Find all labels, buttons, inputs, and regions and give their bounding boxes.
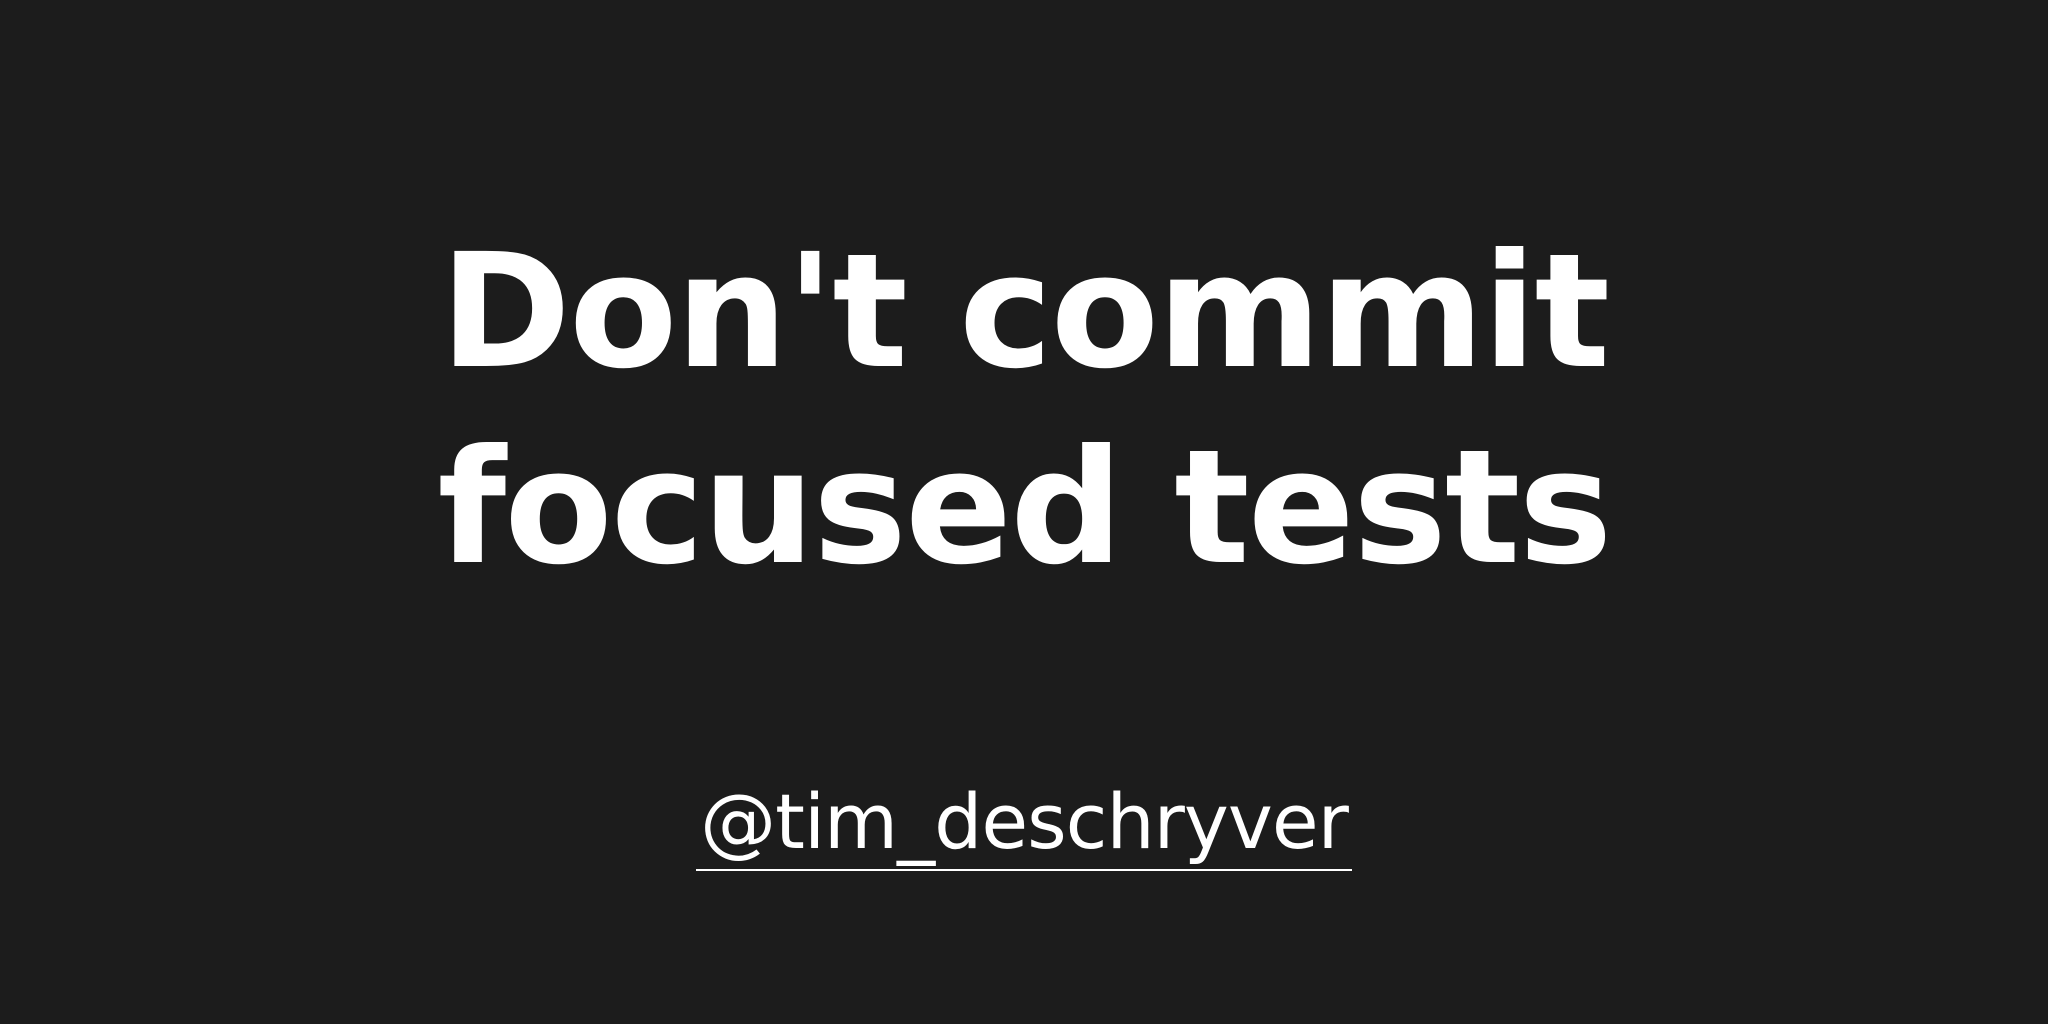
page-title: Don't commit focused tests [437,220,1612,600]
author-handle-link[interactable]: @tim_deschryver [696,777,1352,871]
author-container: @tim_deschryver [0,777,2048,871]
cover-card: Don't commit focused tests @tim_deschryv… [0,0,2048,1024]
